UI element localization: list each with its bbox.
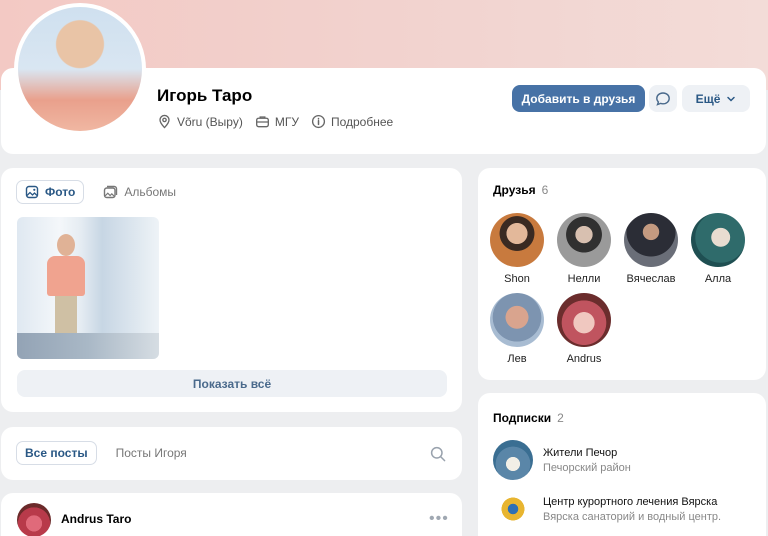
friends-card: Друзья 6 Shon Нелли Вячеслав Алла Лев An…: [478, 168, 766, 380]
briefcase-icon: [255, 116, 269, 128]
message-icon: [656, 91, 670, 106]
location-item: Võru (Выру): [157, 114, 243, 129]
subscription-avatar: [493, 440, 533, 480]
subscription-title: Жители Печор: [543, 446, 618, 459]
friend-avatar: [691, 213, 745, 267]
friend-name: Shon: [504, 273, 530, 285]
friend-item[interactable]: Вячеслав: [620, 213, 682, 285]
subscription-item[interactable]: Жители Печор Печорский район: [493, 440, 631, 480]
tab-albums[interactable]: Альбомы: [94, 180, 185, 204]
subscriptions-count: 2: [557, 411, 564, 425]
subscription-subtitle: Вярска санаторий и водный центр.: [543, 510, 722, 523]
post-author-avatar[interactable]: [17, 503, 51, 536]
post-menu-icon[interactable]: •••: [429, 510, 449, 528]
friend-avatar: [557, 213, 611, 267]
posts-filter-card: Все посты Посты Игоря: [1, 427, 462, 480]
message-button[interactable]: [649, 85, 677, 112]
posts-tabs: Все посты Посты Игоря: [16, 441, 196, 465]
university-item: МГУ: [255, 114, 299, 129]
post-card: Andrus Taro •••: [1, 493, 462, 536]
photos-card: Фото Альбомы Показать всё: [1, 168, 462, 412]
location-pin-icon: [159, 114, 170, 129]
post-author-name[interactable]: Andrus Taro: [61, 512, 131, 526]
subscription-item[interactable]: Центр курортного лечения Вярска Вярска с…: [493, 489, 721, 529]
photo-figure-body: [47, 256, 85, 296]
chevron-down-icon: [727, 96, 736, 102]
tab-photos[interactable]: Фото: [16, 180, 85, 204]
subscriptions-title-text: Подписки: [493, 411, 552, 425]
photo-thumbnail[interactable]: [17, 217, 159, 359]
details-link[interactable]: Подробнее: [311, 114, 393, 129]
friend-avatar: [490, 293, 544, 347]
photo-floor: [17, 333, 159, 359]
subscription-subtitle: Печорский район: [543, 461, 631, 474]
info-icon: [311, 114, 326, 129]
subscriptions-title[interactable]: Подписки 2: [493, 411, 564, 425]
friend-name: Алла: [704, 273, 732, 285]
add-friend-button[interactable]: Добавить в друзья: [512, 85, 645, 112]
profile-avatar[interactable]: [14, 3, 146, 135]
friend-item[interactable]: Shon: [486, 213, 548, 285]
tab-photos-label: Фото: [45, 185, 76, 199]
tab-albums-label: Альбомы: [124, 185, 177, 199]
more-button[interactable]: Ещё: [682, 85, 750, 112]
photo-tabs: Фото Альбомы: [16, 180, 185, 204]
photo-figure-head: [57, 234, 75, 256]
location-text: Võru (Выру): [177, 114, 243, 129]
friend-name: Нелли: [567, 273, 601, 285]
tab-all-posts[interactable]: Все посты: [16, 441, 97, 465]
subscriptions-card: Подписки 2 Жители Печор Печорский район …: [478, 393, 766, 536]
friend-avatar: [490, 213, 544, 267]
friend-avatar: [557, 293, 611, 347]
friend-item[interactable]: Лев: [486, 293, 548, 365]
albums-icon: [104, 185, 118, 199]
show-all-photos-button[interactable]: Показать всё: [17, 370, 447, 397]
friend-name: Вячеслав: [626, 273, 676, 285]
more-label: Ещё: [695, 91, 721, 106]
friend-item[interactable]: Алла: [687, 213, 749, 285]
friend-item[interactable]: Andrus: [553, 293, 615, 365]
university-text: МГУ: [274, 114, 299, 129]
friend-avatar: [624, 213, 678, 267]
details-text: Подробнее: [330, 114, 394, 129]
subscription-title: Центр курортного лечения Вярска: [543, 495, 718, 508]
friend-name: Лев: [507, 353, 527, 365]
friends-title[interactable]: Друзья 6: [493, 183, 548, 197]
friends-title-text: Друзья: [493, 183, 536, 197]
image-icon: [25, 185, 39, 199]
avatar-photo: [18, 7, 142, 131]
subscription-avatar: [493, 489, 533, 529]
search-icon[interactable]: [429, 445, 447, 463]
profile-name: Игорь Таро: [157, 86, 253, 105]
friend-item[interactable]: Нелли: [553, 213, 615, 285]
friends-count: 6: [541, 183, 549, 197]
profile-meta: Võru (Выру) МГУ Подробнее: [157, 114, 393, 129]
tab-igor-posts[interactable]: Посты Игоря: [107, 441, 196, 465]
friend-name: Andrus: [566, 353, 602, 365]
